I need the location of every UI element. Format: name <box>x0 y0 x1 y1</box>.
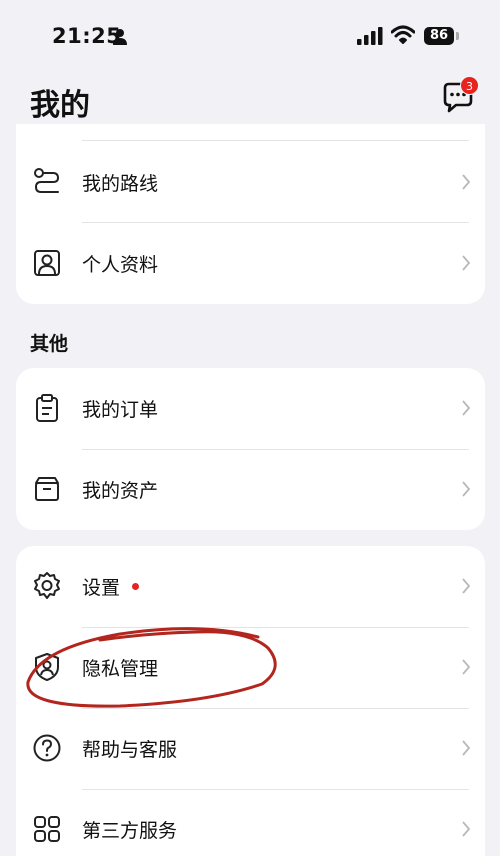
chevron-right-icon <box>462 481 471 497</box>
signal-icon <box>357 27 383 45</box>
menu-item-label: 隐私管理 <box>82 658 159 680</box>
menu-item-profile[interactable]: 个人资料 <box>16 223 485 304</box>
box-icon <box>35 477 59 501</box>
route-icon <box>34 168 60 193</box>
chevron-right-icon <box>462 255 471 271</box>
menu-item-label: 我的路线 <box>82 173 159 195</box>
battery-tip <box>456 32 459 40</box>
menu-item-privacy[interactable]: 隐私管理 <box>16 627 485 708</box>
status-bar: 21:25 86 <box>0 0 500 70</box>
menu-item-label: 个人资料 <box>82 254 159 276</box>
gear-icon <box>34 572 60 599</box>
chevron-right-icon <box>462 400 471 416</box>
menu-item-label: 我的订单 <box>82 399 159 421</box>
clipboard-icon <box>36 394 58 422</box>
chevron-right-icon <box>462 659 471 675</box>
header: 我的 <box>0 70 500 126</box>
menu-item-third-party[interactable]: 第三方服务 <box>16 789 485 856</box>
grid-icon <box>34 816 60 842</box>
divider <box>82 140 469 141</box>
chevron-right-icon <box>462 821 471 837</box>
menu-item-my-orders[interactable]: 我的订单 <box>16 368 485 449</box>
section-title-other: 其他 <box>30 333 69 355</box>
profile-icon <box>34 250 60 276</box>
menu-item-help[interactable]: 帮助与客服 <box>16 708 485 789</box>
battery-icon: 86 <box>424 27 454 45</box>
menu-item-label: 第三方服务 <box>82 820 178 842</box>
notification-dot <box>132 583 139 590</box>
chevron-right-icon <box>462 740 471 756</box>
chevron-right-icon <box>462 578 471 594</box>
card-top: 我的路线 个人资料 <box>16 124 485 304</box>
question-icon <box>33 734 61 762</box>
page-title: 我的 <box>30 88 90 123</box>
person-icon <box>113 29 127 45</box>
menu-item-my-assets[interactable]: 我的资产 <box>16 449 485 530</box>
menu-item-my-route[interactable]: 我的路线 <box>16 142 485 223</box>
shield-person-icon <box>35 653 59 681</box>
wifi-icon <box>391 25 415 44</box>
menu-item-label: 帮助与客服 <box>82 739 178 761</box>
card-settings: 设置 隐私管理 帮助与客服 第三方服务 <box>16 546 485 856</box>
menu-item-label: 我的资产 <box>82 480 159 502</box>
menu-item-label: 设置 <box>82 577 121 599</box>
menu-item-settings[interactable]: 设置 <box>16 546 485 627</box>
message-badge: 3 <box>460 76 479 95</box>
chevron-right-icon <box>462 174 471 190</box>
status-time: 21:25 <box>52 24 122 48</box>
card-other: 我的订单 我的资产 <box>16 368 485 530</box>
